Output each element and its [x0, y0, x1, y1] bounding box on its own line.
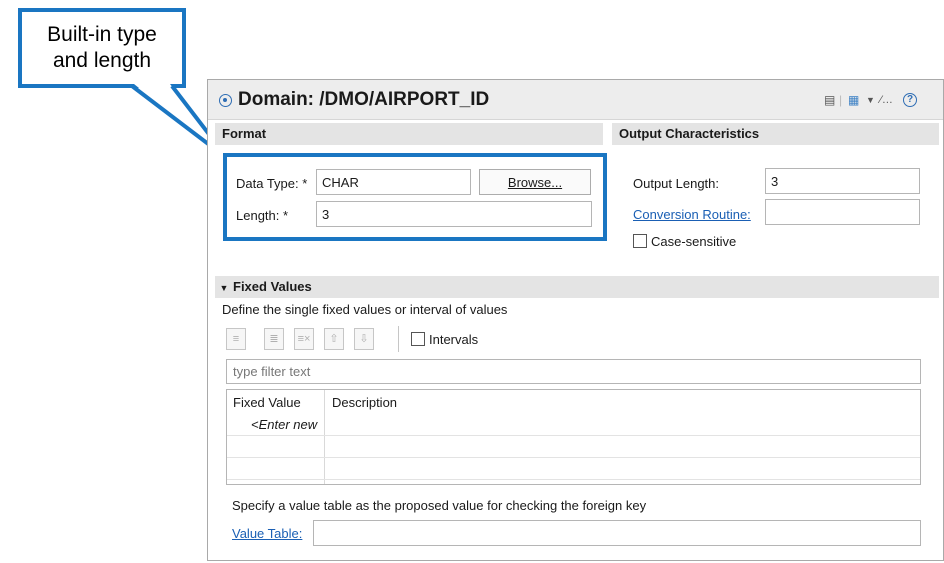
output-characteristics-header: Output Characteristics [612, 123, 939, 145]
intervals-label: Intervals [429, 332, 479, 347]
toolbar-separator: | [839, 93, 843, 107]
callout-box: Built-in type and length [18, 8, 186, 88]
document-icon[interactable]: ▤ [824, 93, 835, 107]
callout-text: Built-in type and length [47, 23, 157, 72]
length-label: Length: * [236, 208, 289, 223]
fixed-values-header[interactable]: ▼ Fixed Values [215, 276, 939, 298]
collapse-chevron-icon[interactable]: ▼ [215, 277, 233, 299]
format-header: Format [215, 123, 603, 145]
conversion-routine-field[interactable] [765, 199, 920, 225]
fixed-values-table: Fixed Value Description <Enter new [226, 389, 921, 485]
column-header-fixed-value[interactable]: Fixed Value [233, 395, 301, 410]
domain-editor: Domain: /DMO/AIRPORT_ID ▤ | ▦ ▼ ⁄… ? For… [207, 79, 944, 561]
move-down-icon[interactable]: ⇩ [354, 328, 374, 350]
length-field[interactable] [316, 201, 592, 227]
fixed-values-description: Define the single fixed values or interv… [222, 302, 508, 317]
remove-value-icon[interactable]: ≡× [294, 328, 314, 350]
table-row-line [227, 479, 920, 480]
intervals-checkbox[interactable] [411, 332, 425, 346]
browse-button-label: Browse... [507, 174, 563, 190]
output-length-field[interactable] [765, 168, 920, 194]
editor-title-bar: Domain: /DMO/AIRPORT_ID ▤ | ▦ ▼ ⁄… ? [208, 80, 943, 120]
table-row-line [227, 435, 920, 436]
data-type-field[interactable] [316, 169, 471, 195]
toolbar-divider [398, 326, 399, 352]
value-table-hint: Specify a value table as the proposed va… [232, 498, 647, 513]
case-sensitive-label: Case-sensitive [651, 234, 737, 249]
add-value-icon[interactable]: ≡ [226, 328, 246, 350]
output-length-label: Output Length: [633, 176, 720, 191]
filter-input[interactable]: type filter text [226, 359, 921, 384]
help-icon[interactable]: ? [903, 93, 917, 107]
data-type-label: Data Type: * [236, 176, 308, 191]
dropdown-icon[interactable]: ▼ [866, 93, 875, 107]
format-highlight-box [223, 153, 607, 241]
insert-value-icon[interactable]: ≣ [264, 328, 284, 350]
move-up-icon[interactable]: ⇧ [324, 328, 344, 350]
value-table-link[interactable]: Value Table: [232, 526, 302, 541]
conversion-routine-link[interactable]: Conversion Routine: [633, 207, 751, 222]
case-sensitive-checkbox[interactable] [633, 234, 647, 248]
column-header-description[interactable]: Description [332, 395, 397, 410]
browse-button[interactable]: Browse... [479, 169, 591, 195]
domain-icon [219, 94, 232, 107]
column-divider [324, 390, 325, 484]
link-icon[interactable]: ▦ [848, 93, 859, 107]
edit-icon[interactable]: ⁄… [880, 93, 893, 107]
table-row-line [227, 457, 920, 458]
fixed-values-title: Fixed Values [233, 279, 312, 294]
value-table-field[interactable] [313, 520, 921, 546]
enter-new-row[interactable]: <Enter new [251, 417, 317, 432]
editor-title: Domain: /DMO/AIRPORT_ID [238, 89, 490, 110]
